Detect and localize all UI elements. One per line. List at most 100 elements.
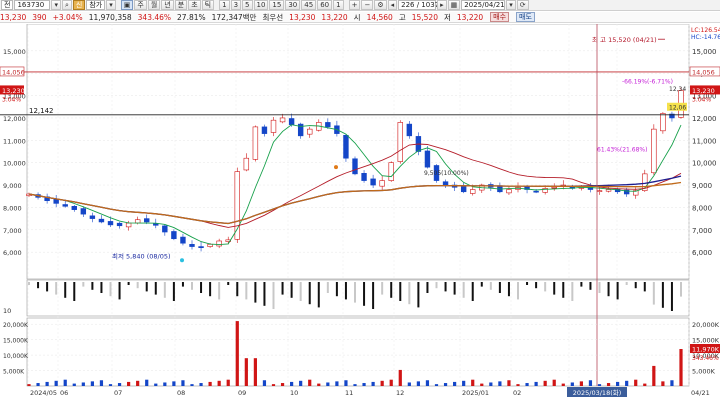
scroll-right-icon[interactable]: ▸ — [437, 0, 447, 10]
candle-body — [605, 189, 612, 192]
osc-bar — [616, 282, 619, 300]
candle-body — [252, 126, 259, 160]
candle-body — [506, 189, 512, 194]
search-icon[interactable]: ▾ — [51, 0, 61, 10]
period-week-button[interactable]: 주 — [134, 0, 147, 10]
candle-body — [189, 244, 195, 247]
candle-body — [533, 190, 539, 193]
osc-bar — [480, 282, 483, 287]
settings-icon[interactable]: ⚙ — [374, 0, 387, 10]
candle-body — [153, 223, 159, 226]
candle-body — [379, 180, 385, 187]
interval-30-button[interactable]: 30 — [285, 0, 301, 10]
volume-value: 11,970,358 — [88, 12, 132, 22]
period-second-button[interactable]: 초 — [188, 0, 201, 10]
volume-bar — [507, 380, 511, 386]
date-input[interactable]: 2025/04/21 — [461, 0, 506, 10]
candle-body — [89, 215, 96, 219]
volume-bar — [217, 380, 221, 386]
interval-45-button[interactable]: 45 — [301, 0, 317, 10]
chart-area[interactable]: 15,00014,00013,00012,00011,00010,0009,00… — [0, 23, 720, 404]
candle-body — [596, 190, 603, 192]
interval-60-button[interactable]: 60 — [317, 0, 333, 10]
scroll-left-icon[interactable]: ◂ — [387, 0, 398, 10]
osc-bar — [553, 282, 556, 295]
volume-bar — [670, 380, 674, 386]
candle-body — [551, 186, 557, 189]
volume-bar — [290, 381, 294, 386]
volume-bar — [597, 384, 602, 386]
period-month-button[interactable]: 월 — [147, 0, 161, 10]
volume-bar — [588, 380, 593, 386]
chart-type-selector[interactable]: 참가 — [86, 0, 106, 10]
zoom-out-icon[interactable]: − — [361, 0, 374, 10]
osc-bar — [317, 282, 320, 308]
volume-bar — [380, 380, 384, 386]
candle-body — [388, 162, 394, 181]
interval-3-button[interactable]: 3 — [230, 0, 242, 10]
volume-bar — [371, 381, 375, 386]
stock-chart[interactable]: 15,00014,00013,00012,00011,00010,0009,00… — [0, 23, 720, 404]
osc-bar — [46, 282, 49, 292]
osc-bar — [172, 282, 175, 301]
time-axis-label: 2025/01 — [462, 389, 489, 397]
fib-annotation-neg: -66.19%(-6.71%) — [622, 78, 673, 85]
osc-bar — [191, 282, 193, 290]
osc-bar — [507, 282, 510, 297]
trade-amount: 172,347백만 — [211, 12, 257, 22]
osc-bar — [127, 282, 130, 285]
candle-body — [406, 123, 413, 137]
turnover-rate: 27.81% — [177, 12, 206, 22]
osc-bar — [408, 282, 411, 305]
osc-bar — [136, 282, 139, 289]
zoom-in-icon[interactable]: + — [348, 0, 361, 10]
osc-bar — [118, 282, 121, 300]
date-dropdown-icon[interactable]: ▾ — [506, 0, 516, 10]
left-price-tick: 6,000 — [3, 249, 22, 257]
left-price-tick: 12,000 — [3, 115, 26, 123]
osc-left-tick: 10 — [3, 307, 11, 315]
osc-bar — [544, 282, 547, 292]
osc-bar — [100, 282, 103, 293]
volume-bar — [634, 379, 638, 386]
volume-bar — [226, 379, 230, 386]
volume-bar — [72, 383, 76, 386]
time-axis-label: 09 — [238, 389, 246, 397]
osc-bar — [200, 282, 203, 293]
volume-bar — [317, 383, 321, 386]
refresh-icon[interactable]: ⟳ — [516, 0, 529, 10]
volume-bar — [480, 383, 484, 386]
interval-5-button[interactable]: 5 — [242, 0, 253, 10]
price-axis-tick: 8,000 — [692, 204, 712, 212]
stock-code-input[interactable]: 163730 — [14, 0, 51, 10]
period-year-button[interactable]: 년 — [161, 0, 174, 10]
buy-button[interactable]: 매수 — [490, 12, 510, 22]
group-button[interactable]: 신 — [72, 0, 86, 10]
period-day-button[interactable]: ▣ — [120, 0, 134, 10]
mode-selector[interactable]: 전 — [1, 0, 14, 10]
interval-1-button[interactable]: 1 — [219, 0, 230, 10]
time-axis-label: 08 — [177, 389, 185, 397]
mid-annotation: 9,505(10.00%) — [424, 170, 469, 177]
volume-bar — [208, 381, 212, 386]
time-axis-label: 07 — [114, 389, 122, 397]
volume-bar — [525, 383, 529, 386]
volume-bar — [606, 383, 611, 386]
volume-bar — [36, 383, 40, 386]
sell-button[interactable]: 매도 — [516, 12, 535, 22]
price-panel — [26, 23, 690, 280]
chart-type-dropdown-icon[interactable]: ▾ — [106, 0, 116, 10]
interval-10-button[interactable]: 10 — [253, 0, 269, 10]
interval-15-button[interactable]: 15 — [269, 0, 285, 10]
period-tick-button[interactable]: 틱 — [201, 0, 215, 10]
volume-bar — [299, 380, 303, 386]
volume-bar — [516, 384, 520, 386]
calendar-icon[interactable]: ▦ — [447, 0, 461, 10]
volume-bar — [471, 379, 475, 386]
stock-search-icon[interactable]: ⌕ — [61, 0, 72, 10]
osc-bar — [571, 282, 574, 301]
period-minute-button[interactable]: 분 — [174, 0, 188, 10]
candle-body — [125, 222, 132, 228]
interval-custom-button[interactable]: 1 — [333, 0, 344, 10]
left-price-tick: 11,000 — [3, 137, 26, 145]
